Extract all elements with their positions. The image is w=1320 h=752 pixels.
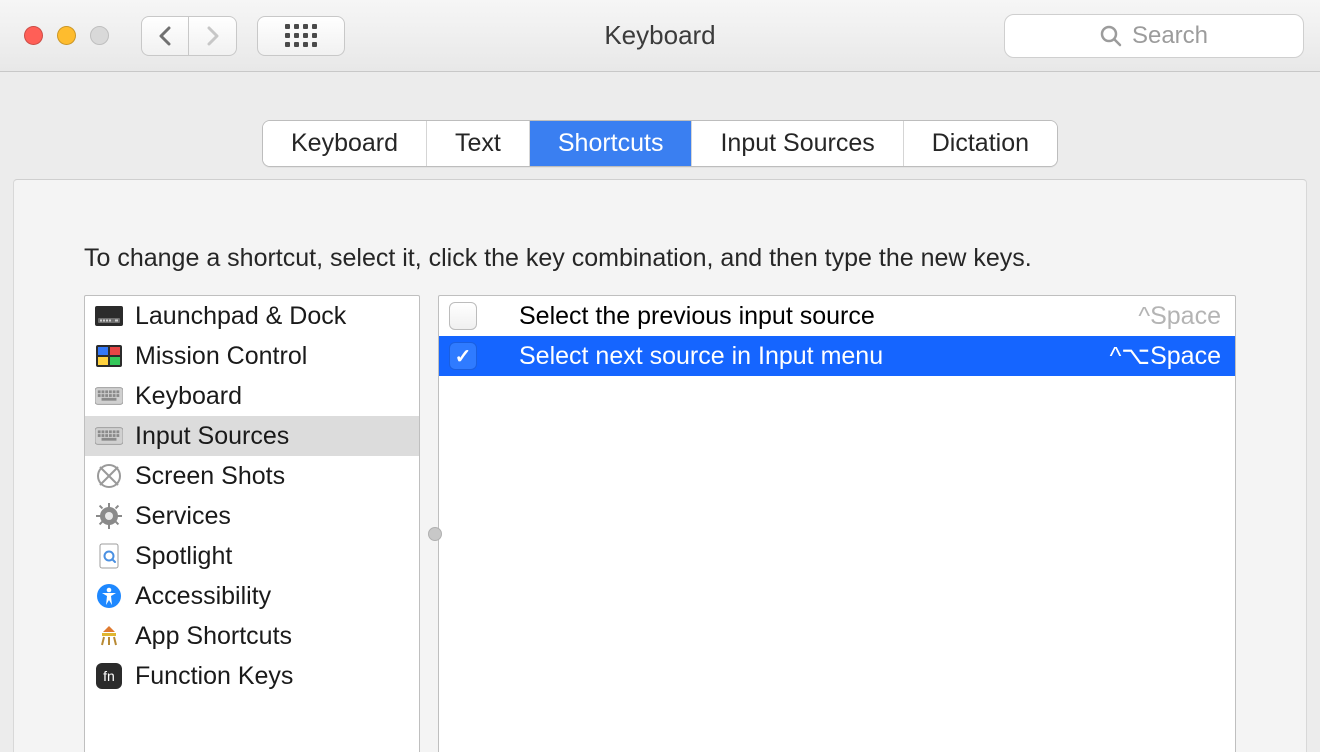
svg-text:fn: fn bbox=[103, 668, 115, 684]
category-item-function-keys[interactable]: fn Function Keys bbox=[85, 656, 419, 696]
category-label: Spotlight bbox=[135, 542, 232, 571]
category-label: Function Keys bbox=[135, 662, 293, 691]
tab-label: Keyboard bbox=[291, 129, 398, 158]
titlebar: Keyboard Search bbox=[0, 0, 1320, 72]
category-label: Mission Control bbox=[135, 342, 307, 371]
tab-shortcuts[interactable]: Shortcuts bbox=[529, 121, 692, 166]
category-label: Accessibility bbox=[135, 582, 271, 611]
shortcut-keys[interactable]: ^Space bbox=[1138, 302, 1221, 331]
category-list[interactable]: Launchpad & Dock Mission Control Keyboard I… bbox=[84, 295, 420, 752]
category-item-screen-shots[interactable]: Screen Shots bbox=[85, 456, 419, 496]
tab-label: Shortcuts bbox=[558, 129, 664, 158]
show-all-button[interactable] bbox=[257, 16, 345, 56]
fn-icon: fn bbox=[95, 662, 123, 690]
shortcut-checkbox[interactable] bbox=[449, 302, 477, 330]
tab-input-sources[interactable]: Input Sources bbox=[691, 121, 902, 166]
nav-buttons bbox=[141, 16, 237, 56]
content-panel: To change a shortcut, select it, click t… bbox=[13, 179, 1307, 752]
category-item-mission-control[interactable]: Mission Control bbox=[85, 336, 419, 376]
shortcut-label: Select next source in Input menu bbox=[519, 342, 1110, 371]
tab-bar: Keyboard Text Shortcuts Input Sources Dictat… bbox=[262, 120, 1058, 167]
page-icon bbox=[95, 542, 123, 570]
tab-label: Dictation bbox=[932, 129, 1029, 158]
hint-text: To change a shortcut, select it, click t… bbox=[84, 244, 1236, 273]
tab-label: Input Sources bbox=[720, 129, 874, 158]
zoom-window-button[interactable] bbox=[90, 26, 109, 45]
window-title: Keyboard bbox=[604, 20, 715, 51]
tab-label: Text bbox=[455, 129, 501, 158]
mission-icon bbox=[95, 342, 123, 370]
shortcut-label: Select the previous input source bbox=[519, 302, 1138, 331]
keyboard-icon bbox=[95, 382, 123, 410]
category-label: App Shortcuts bbox=[135, 622, 292, 651]
chevron-left-icon bbox=[158, 26, 172, 46]
category-item-accessibility[interactable]: Accessibility bbox=[85, 576, 419, 616]
shortcut-row[interactable]: Select the previous input source^Space bbox=[439, 296, 1235, 336]
search-icon bbox=[1100, 25, 1122, 47]
tab-text[interactable]: Text bbox=[426, 121, 529, 166]
screenshot-icon bbox=[95, 462, 123, 490]
shortcut-row[interactable]: Select next source in Input menu^⌥Space bbox=[439, 336, 1235, 376]
category-item-input-sources[interactable]: Input Sources bbox=[85, 416, 419, 456]
search-input[interactable]: Search bbox=[1004, 14, 1304, 58]
shortcut-checkbox[interactable] bbox=[449, 342, 477, 370]
category-label: Services bbox=[135, 502, 231, 531]
category-label: Keyboard bbox=[135, 382, 242, 411]
chevron-right-icon bbox=[206, 26, 220, 46]
grid-icon bbox=[285, 24, 317, 47]
minimize-window-button[interactable] bbox=[57, 26, 76, 45]
category-label: Launchpad & Dock bbox=[135, 302, 346, 331]
gear-icon bbox=[95, 502, 123, 530]
category-label: Input Sources bbox=[135, 422, 289, 451]
category-item-keyboard[interactable]: Keyboard bbox=[85, 376, 419, 416]
tab-keyboard[interactable]: Keyboard bbox=[263, 121, 426, 166]
dock-icon bbox=[95, 302, 123, 330]
search-placeholder: Search bbox=[1132, 22, 1208, 50]
category-item-spotlight[interactable]: Spotlight bbox=[85, 536, 419, 576]
close-window-button[interactable] bbox=[24, 26, 43, 45]
shortcut-list[interactable]: Select the previous input source^SpaceSe… bbox=[438, 295, 1236, 752]
window-controls bbox=[24, 26, 109, 45]
category-label: Screen Shots bbox=[135, 462, 285, 491]
appstore-icon bbox=[95, 622, 123, 650]
tab-dictation[interactable]: Dictation bbox=[903, 121, 1057, 166]
category-item-launchpad-dock[interactable]: Launchpad & Dock bbox=[85, 296, 419, 336]
split-drag-handle[interactable] bbox=[428, 527, 442, 541]
category-item-app-shortcuts[interactable]: App Shortcuts bbox=[85, 616, 419, 656]
forward-button[interactable] bbox=[189, 16, 237, 56]
back-button[interactable] bbox=[141, 16, 189, 56]
accessibility-icon bbox=[95, 582, 123, 610]
keyboard-icon bbox=[95, 422, 123, 450]
shortcut-keys[interactable]: ^⌥Space bbox=[1110, 341, 1221, 371]
category-item-services[interactable]: Services bbox=[85, 496, 419, 536]
